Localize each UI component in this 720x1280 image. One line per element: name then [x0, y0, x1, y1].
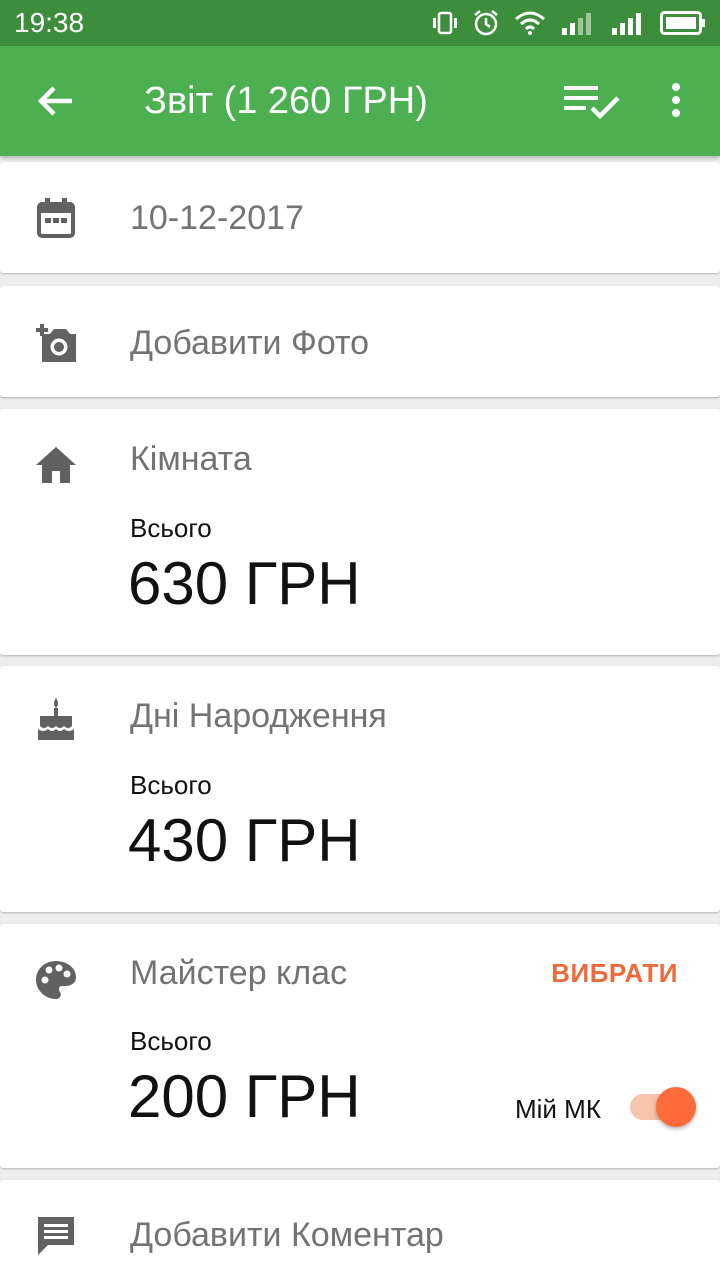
comment-icon: [34, 1213, 78, 1257]
cake-icon: [34, 696, 78, 740]
more-vert-icon: [672, 83, 680, 117]
masterclass-total-label: Всього: [130, 1026, 212, 1056]
birthday-card[interactable]: Дні Народження Всього 430 ГРН: [0, 666, 720, 912]
birthday-total-label: Всього: [130, 770, 212, 800]
back-button[interactable]: [34, 79, 78, 123]
add-photo-label: Добавити Фото: [130, 324, 370, 362]
alarm-icon: [474, 10, 498, 36]
home-icon: [34, 443, 78, 487]
status-bar: 19:38: [0, 0, 720, 46]
signal-3g-icon: [562, 13, 591, 35]
masterclass-card[interactable]: Майстер клас ВИБРАТИ Всього 200 ГРН Мій …: [0, 924, 720, 1168]
my-mk-toggle-label: Мій МК: [515, 1094, 601, 1124]
battery-icon: [660, 11, 705, 35]
back-arrow-icon: [37, 86, 72, 116]
vibrate-icon: [433, 11, 457, 35]
checklist-icon: [564, 86, 620, 120]
more-options-button[interactable]: [660, 78, 692, 126]
add-comment-label: Добавити Коментар: [130, 1216, 444, 1254]
status-icons: [432, 9, 706, 37]
my-mk-toggle-thumb[interactable]: [656, 1087, 696, 1127]
checklist-button[interactable]: [560, 78, 624, 126]
masterclass-title: Майстер клас: [130, 954, 348, 992]
room-total-value: 630 ГРН: [128, 550, 361, 617]
calendar-icon: [34, 196, 78, 240]
masterclass-total-value: 200 ГРН: [128, 1063, 361, 1130]
choose-button[interactable]: ВИБРАТИ: [551, 958, 678, 989]
birthday-total-value: 430 ГРН: [128, 807, 361, 874]
add-photo-row[interactable]: Добавити Фото: [0, 286, 720, 397]
room-card[interactable]: Кімната Всього 630 ГРН: [0, 409, 720, 655]
add-photo-icon: [34, 320, 78, 364]
date-row[interactable]: 10-12-2017: [0, 162, 720, 273]
status-time: 19:38: [14, 7, 85, 38]
page-title: Звіт (1 260 ГРН): [144, 80, 428, 122]
room-title: Кімната: [130, 440, 252, 478]
add-comment-row[interactable]: Добавити Коментар: [0, 1180, 720, 1280]
wifi-icon: [515, 11, 545, 35]
date-value: 10-12-2017: [130, 199, 304, 237]
app-bar: Звіт (1 260 ГРН): [0, 46, 720, 156]
palette-icon: [34, 958, 78, 1002]
signal-icon: [612, 13, 641, 35]
room-total-label: Всього: [130, 513, 212, 543]
birthday-title: Дні Народження: [130, 697, 387, 735]
